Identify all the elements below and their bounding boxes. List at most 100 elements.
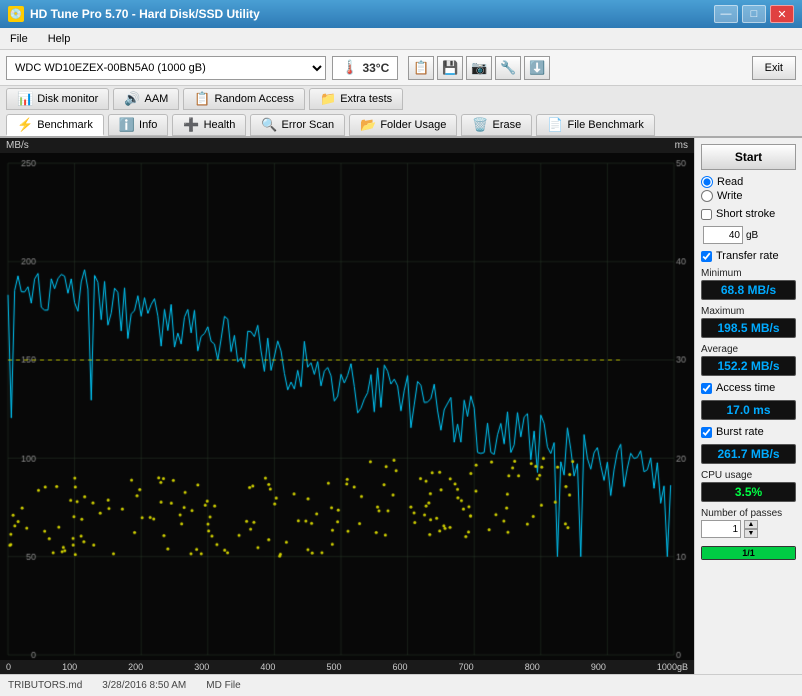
info-icon: ℹ️ bbox=[119, 117, 135, 133]
average-label: Average bbox=[701, 344, 796, 355]
burst-rate-checkbox[interactable] bbox=[701, 427, 712, 438]
drive-select[interactable]: WDC WD10EZEX-00BN5A0 (1000 gB) bbox=[6, 56, 326, 80]
power-icon-btn[interactable]: ⬇️ bbox=[524, 56, 550, 80]
progress-bar-fill: 1/1 bbox=[702, 547, 795, 559]
tab-disk-monitor-label: Disk monitor bbox=[37, 93, 98, 105]
start-button[interactable]: Start bbox=[701, 144, 796, 170]
read-write-group: Read Write bbox=[701, 176, 796, 202]
main-content: MB/s ms 0 100 200 300 400 500 600 700 80… bbox=[0, 138, 802, 674]
random-access-icon: 📋 bbox=[194, 91, 210, 107]
x-axis-4: 400 bbox=[260, 662, 275, 672]
temperature-display: 🌡️ 33°C bbox=[332, 56, 398, 80]
x-axis-2: 200 bbox=[128, 662, 143, 672]
average-stat: Average 152.2 MB/s bbox=[701, 344, 796, 376]
stroke-unit: gB bbox=[746, 230, 758, 241]
tab-extra-tests-label: Extra tests bbox=[340, 93, 392, 105]
access-time-checkbox-label[interactable]: Access time bbox=[701, 382, 796, 394]
minimum-stat: Minimum 68.8 MB/s bbox=[701, 268, 796, 300]
read-radio-label[interactable]: Read bbox=[701, 176, 796, 188]
write-radio[interactable] bbox=[701, 190, 713, 202]
maximize-button[interactable]: □ bbox=[742, 5, 766, 23]
benchmark-chart bbox=[0, 153, 694, 660]
x-axis-10: 1000gB bbox=[657, 662, 688, 672]
maximum-label: Maximum bbox=[701, 306, 796, 317]
tab-error-scan-label: Error Scan bbox=[282, 119, 335, 131]
passes-row: ▲ ▼ bbox=[701, 520, 796, 538]
app-icon: 💿 bbox=[8, 6, 24, 22]
tab-error-scan[interactable]: 🔍 Error Scan bbox=[250, 114, 345, 136]
y-axis-right-label: ms bbox=[675, 140, 688, 151]
tab-random-access[interactable]: 📋 Random Access bbox=[183, 88, 305, 110]
x-axis-3: 300 bbox=[194, 662, 209, 672]
tab-aam-label: AAM bbox=[145, 93, 169, 105]
tab-benchmark-label: Benchmark bbox=[37, 119, 93, 131]
tab-folder-usage-label: Folder Usage bbox=[380, 119, 446, 131]
x-axis-0: 0 bbox=[6, 662, 11, 672]
read-radio[interactable] bbox=[701, 176, 713, 188]
tab-folder-usage[interactable]: 📂 Folder Usage bbox=[349, 114, 457, 136]
copy-icon-btn[interactable]: 📋 bbox=[408, 56, 434, 80]
cpu-usage-stat: CPU usage 3.5% bbox=[701, 470, 796, 502]
short-stroke-label: Short stroke bbox=[716, 208, 775, 220]
cpu-usage-value: 3.5% bbox=[701, 482, 796, 502]
passes-label: Number of passes bbox=[701, 508, 796, 519]
burst-rate-checkbox-label[interactable]: Burst rate bbox=[701, 426, 796, 438]
tab-file-benchmark[interactable]: 📄 File Benchmark bbox=[536, 114, 655, 136]
camera-icon-btn[interactable]: 📷 bbox=[466, 56, 492, 80]
tab-benchmark[interactable]: ⚡ Benchmark bbox=[6, 114, 104, 136]
tab-health[interactable]: ➕ Health bbox=[172, 114, 246, 136]
tab-erase-label: Erase bbox=[493, 119, 522, 131]
exit-button[interactable]: Exit bbox=[752, 56, 796, 80]
write-label: Write bbox=[717, 190, 742, 202]
x-axis-9: 900 bbox=[591, 662, 606, 672]
tab-info-label: Info bbox=[139, 119, 157, 131]
right-panel: Start Read Write Short stroke gB Transfe… bbox=[694, 138, 802, 674]
tab-aam[interactable]: 🔊 AAM bbox=[113, 88, 179, 110]
tab-health-label: Health bbox=[204, 119, 236, 131]
health-icon: ➕ bbox=[183, 117, 199, 133]
tab-info[interactable]: ℹ️ Info bbox=[108, 114, 169, 136]
tab-extra-tests[interactable]: 📁 Extra tests bbox=[309, 88, 403, 110]
stroke-input[interactable] bbox=[703, 226, 743, 244]
average-value: 152.2 MB/s bbox=[701, 356, 796, 376]
tab-erase[interactable]: 🗑️ Erase bbox=[461, 114, 532, 136]
progress-label: 1/1 bbox=[742, 548, 755, 558]
aam-icon: 🔊 bbox=[124, 91, 140, 107]
status-filename: TRIBUTORS.md bbox=[8, 680, 82, 691]
maximum-value: 198.5 MB/s bbox=[701, 318, 796, 338]
passes-spinner: ▲ ▼ bbox=[744, 520, 758, 538]
menu-bar: File Help bbox=[0, 28, 802, 50]
write-radio-label[interactable]: Write bbox=[701, 190, 796, 202]
menu-help[interactable]: Help bbox=[42, 31, 77, 47]
tools-icon-btn[interactable]: 🔧 bbox=[495, 56, 521, 80]
disk-monitor-icon: 📊 bbox=[17, 91, 33, 107]
minimum-label: Minimum bbox=[701, 268, 796, 279]
minimize-button[interactable]: — bbox=[714, 5, 738, 23]
access-time-value: 17.0 ms bbox=[701, 400, 796, 420]
stroke-row: gB bbox=[703, 226, 796, 244]
tab-disk-monitor[interactable]: 📊 Disk monitor bbox=[6, 88, 109, 110]
thermometer-icon: 🌡️ bbox=[341, 59, 358, 76]
passes-input[interactable] bbox=[701, 520, 741, 538]
app-title: HD Tune Pro 5.70 - Hard Disk/SSD Utility bbox=[30, 7, 260, 21]
transfer-rate-checkbox-label[interactable]: Transfer rate bbox=[701, 250, 796, 262]
burst-rate-checkbox-label-text: Burst rate bbox=[716, 426, 764, 438]
x-axis-1: 100 bbox=[62, 662, 77, 672]
passes-spin-down[interactable]: ▼ bbox=[744, 529, 758, 538]
minimum-value: 68.8 MB/s bbox=[701, 280, 796, 300]
short-stroke-checkbox-label[interactable]: Short stroke bbox=[701, 208, 796, 220]
transfer-rate-checkbox[interactable] bbox=[701, 251, 712, 262]
short-stroke-checkbox[interactable] bbox=[701, 209, 712, 220]
access-time-checkbox[interactable] bbox=[701, 383, 712, 394]
x-axis-6: 600 bbox=[393, 662, 408, 672]
status-bar: TRIBUTORS.md 3/28/2016 8:50 AM MD File bbox=[0, 674, 802, 696]
tab-file-benchmark-label: File Benchmark bbox=[567, 119, 643, 131]
status-datetime: 3/28/2016 8:50 AM bbox=[102, 680, 186, 691]
temperature-value: 33°C bbox=[362, 61, 389, 75]
save-icon-btn[interactable]: 💾 bbox=[437, 56, 463, 80]
passes-spin-up[interactable]: ▲ bbox=[744, 520, 758, 529]
menu-file[interactable]: File bbox=[4, 31, 34, 47]
status-filetype: MD File bbox=[206, 680, 240, 691]
progress-bar-container: 1/1 bbox=[701, 546, 796, 560]
close-button[interactable]: ✕ bbox=[770, 5, 794, 23]
